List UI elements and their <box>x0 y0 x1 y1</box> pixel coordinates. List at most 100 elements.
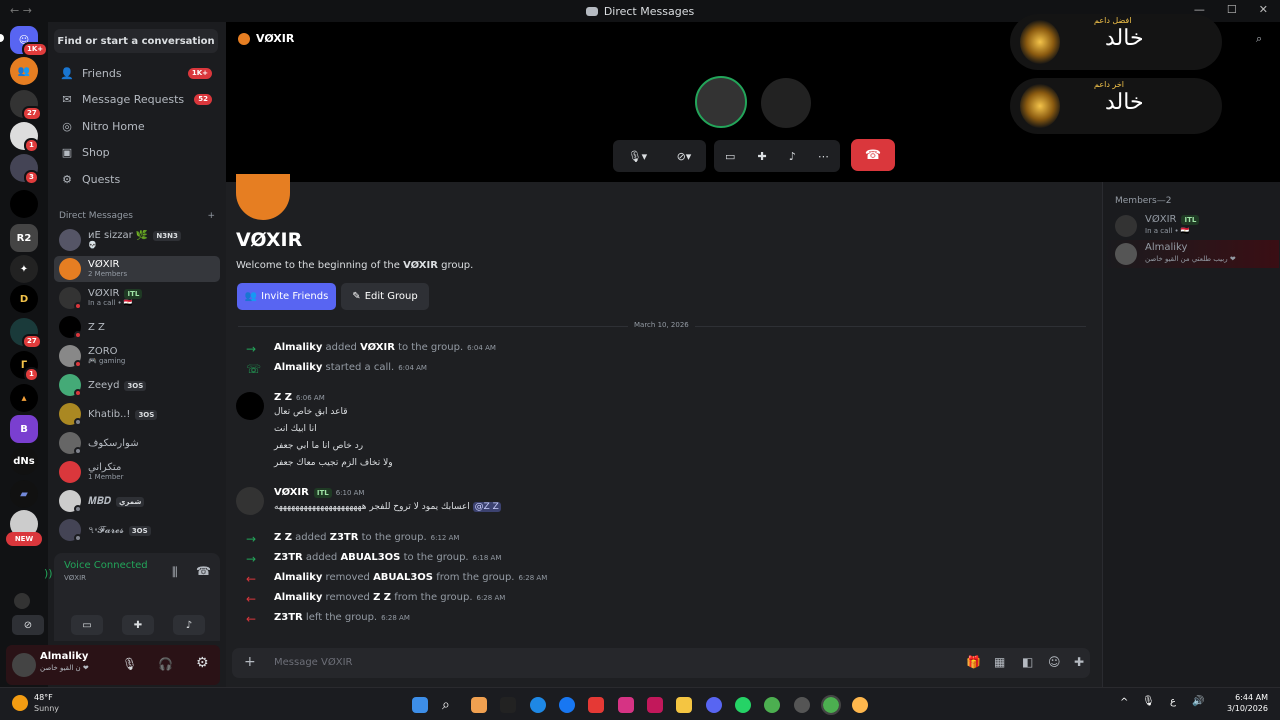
actor[interactable]: Almaliky <box>274 362 322 373</box>
member-item[interactable]: Almaliky ربيب طلعتي من القيو خاصن ❤ <box>1103 240 1279 268</box>
emoji-icon[interactable]: ☺ <box>1048 655 1061 669</box>
instagram-icon[interactable] <box>618 697 634 713</box>
voice-channel[interactable]: VØXIR <box>64 574 86 582</box>
server-icon[interactable]: 27 <box>10 90 42 121</box>
folder-icon[interactable]: ▰ <box>10 480 38 508</box>
server-icon[interactable]: 27 <box>10 318 42 349</box>
group-dm-icon[interactable]: 👥 <box>10 57 38 85</box>
volume-icon[interactable]: 🔊 <box>1192 696 1204 707</box>
clock-date[interactable]: 3/10/2026 <box>1218 704 1268 713</box>
target[interactable]: Z3TR <box>330 532 359 543</box>
nav-friends[interactable]: 👤 Friends 1K+ <box>54 61 220 85</box>
server-icon[interactable]: ✦ <box>10 255 38 283</box>
mic-tray-icon[interactable]: 🎙 <box>1142 696 1155 707</box>
dm-item[interactable]: ZORO 🎮 gaming <box>54 343 220 369</box>
headphones-icon[interactable]: 🎧 <box>158 657 173 671</box>
camera-off-icon[interactable]: ⊘▾ <box>677 150 692 163</box>
app-icon[interactable] <box>500 697 516 713</box>
dm-item-active[interactable]: VØXIR 2 Members <box>54 256 220 282</box>
app-icon[interactable] <box>794 697 810 713</box>
nav-shop[interactable]: ▣ Shop <box>54 140 220 164</box>
signal-icon[interactable]: )) <box>44 567 53 580</box>
message-input[interactable]: Message VØXIR <box>274 657 352 668</box>
nav-message-requests[interactable]: ✉ Message Requests 52 <box>54 87 220 111</box>
server-label[interactable]: dNs <box>10 447 38 475</box>
call-participant-avatar[interactable] <box>761 78 811 128</box>
search-icon[interactable]: ⌕ <box>442 697 458 713</box>
screen-share-icon[interactable]: ▭ <box>725 150 735 163</box>
dm-item[interactable]: Zeeyd 3OS <box>54 372 220 398</box>
dm-item[interactable]: ৭৽𝓕𝓪𝓻𝓮𝓼 3OS <box>54 517 220 543</box>
close-icon[interactable]: ✕ <box>1259 3 1268 16</box>
dm-item[interactable]: VØXIR ITL In a call • 🇪🇬 <box>54 285 220 311</box>
plus-icon[interactable]: + <box>244 654 256 670</box>
more-icon[interactable]: ⋯ <box>818 150 829 163</box>
add-dm-button[interactable]: + <box>207 211 215 221</box>
app-icon[interactable] <box>588 697 604 713</box>
target[interactable]: VØXIR <box>360 342 395 353</box>
activities-button[interactable]: ✚ <box>122 615 154 635</box>
server-icon[interactable]: ▴ <box>10 384 38 412</box>
actor[interactable]: Almaliky <box>274 592 322 603</box>
avatar[interactable] <box>12 653 36 677</box>
edit-group-button[interactable]: ✎ Edit Group <box>341 283 429 310</box>
chrome-icon[interactable] <box>764 697 780 713</box>
message-composer[interactable]: + Message VØXIR 🎁 ▦ ◧ ☺ ✚ <box>232 648 1090 678</box>
app-icon[interactable] <box>647 697 663 713</box>
home-button[interactable]: ☺ 1K+ <box>10 26 49 57</box>
server-icon[interactable]: 3 <box>10 154 39 185</box>
mention[interactable]: @Z Z <box>472 502 501 512</box>
weather-temp[interactable]: 48°F <box>34 693 53 702</box>
target[interactable]: ABUAL3OS <box>373 572 433 583</box>
app-icon[interactable] <box>471 697 487 713</box>
sticker-icon[interactable]: ◧ <box>1022 655 1033 669</box>
settings-gear-icon[interactable]: ⚙ <box>196 655 209 671</box>
clock-time[interactable]: 6:44 AM <box>1228 693 1268 702</box>
voice-status[interactable]: Voice Connected <box>64 560 148 571</box>
dm-item[interactable]: иЕ sizzar 🌿 N3N3 💀 <box>54 227 220 253</box>
folder-icon[interactable] <box>676 697 692 713</box>
screen-share-button[interactable]: ▭ <box>71 615 103 635</box>
noise-suppression-icon[interactable]: ⫼ <box>172 565 178 580</box>
weather-icon[interactable] <box>12 695 28 711</box>
avatar[interactable] <box>236 487 264 515</box>
target[interactable]: Z Z <box>373 592 391 603</box>
find-conversation-button[interactable]: Find or start a conversation <box>54 29 218 53</box>
weather-desc[interactable]: Sunny <box>34 704 59 713</box>
author[interactable]: VØXIR <box>274 487 309 498</box>
search-icon[interactable]: ⌕ <box>1256 32 1262 46</box>
dm-item[interactable]: Z Z <box>54 314 220 340</box>
language-indicator[interactable]: ع <box>1170 696 1176 707</box>
new-badge[interactable]: NEW <box>6 532 42 546</box>
server-icon[interactable] <box>10 190 38 218</box>
soundboard-icon[interactable]: ♪ <box>789 150 796 163</box>
gift-icon[interactable]: 🎁 <box>966 655 981 669</box>
server-icon[interactable]: B <box>10 415 38 443</box>
gif-icon[interactable]: ▦ <box>994 655 1005 669</box>
server-icon[interactable]: ᒥ1 <box>10 351 39 382</box>
facebook-icon[interactable] <box>559 697 575 713</box>
nav-quests[interactable]: ⚙ Quests <box>54 167 220 191</box>
apps-icon[interactable]: ✚ <box>1074 655 1084 669</box>
server-icon[interactable]: D <box>10 285 38 313</box>
app-icon[interactable] <box>852 697 868 713</box>
dm-item[interactable]: Khatib..! 3OS <box>54 401 220 427</box>
edge-icon[interactable] <box>530 697 546 713</box>
start-icon[interactable] <box>412 697 428 713</box>
whatsapp-icon[interactable] <box>735 697 751 713</box>
avatar[interactable] <box>236 392 264 420</box>
hang-up-button[interactable]: ☎ <box>851 139 895 171</box>
actor[interactable]: Z3TR <box>274 612 303 623</box>
activities-icon[interactable]: ✚ <box>758 150 767 163</box>
dm-item[interactable]: شوارسكوف <box>54 430 220 456</box>
camera-off-button[interactable]: ⊘ <box>12 615 44 635</box>
author[interactable]: Z Z <box>274 392 292 403</box>
mic-icon[interactable]: 🎙 <box>122 657 137 671</box>
server-icon[interactable]: R2 <box>10 224 38 252</box>
dm-item[interactable]: متكراني 1 Member <box>54 459 220 485</box>
back-forward-icon[interactable]: ← → <box>10 4 32 17</box>
mic-icon[interactable]: 🎙▾ <box>628 150 648 163</box>
tray-chevron-icon[interactable]: ^ <box>1120 697 1128 708</box>
actor[interactable]: Almaliky <box>274 342 322 353</box>
nav-nitro[interactable]: ◎ Nitro Home <box>54 114 220 138</box>
